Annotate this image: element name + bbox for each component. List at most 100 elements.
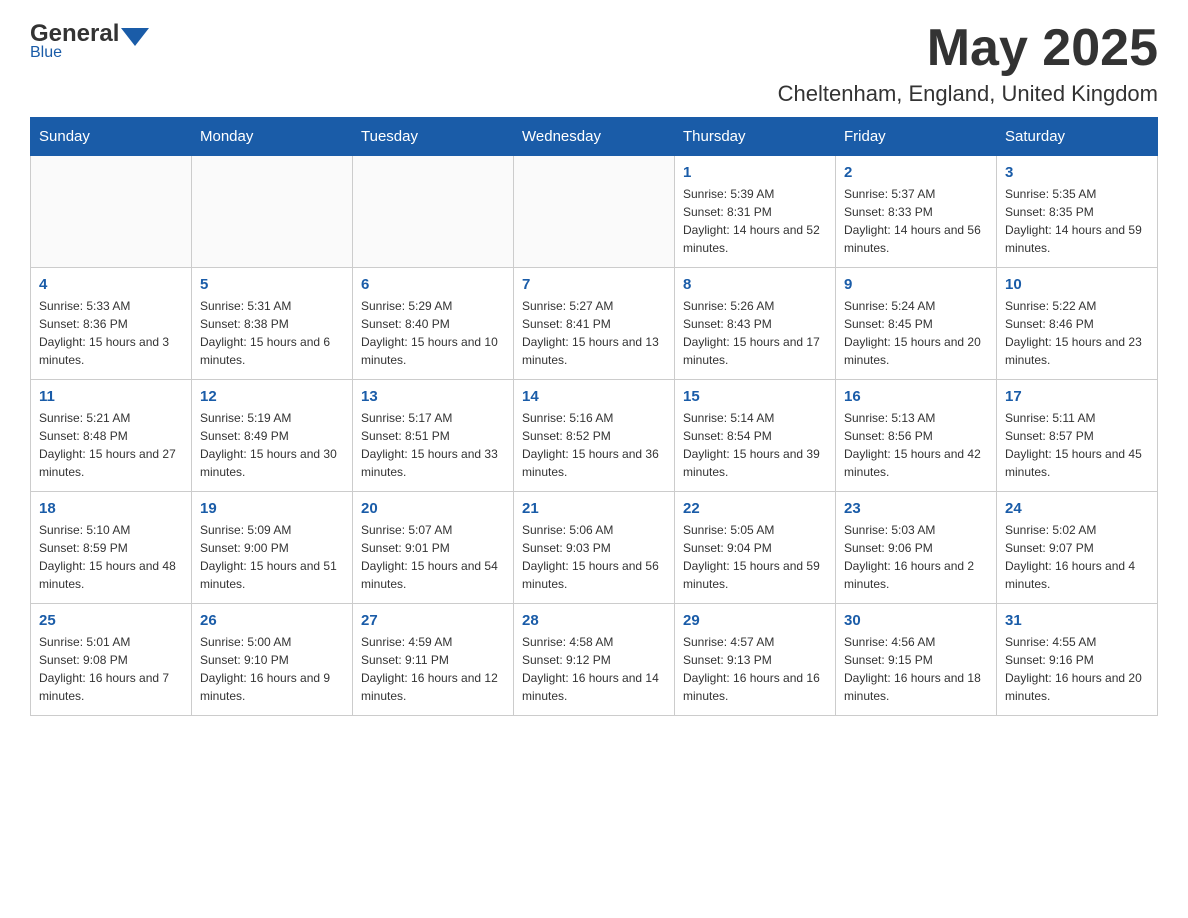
day-number: 4: [39, 276, 183, 293]
day-number: 30: [844, 612, 988, 629]
day-number: 3: [1005, 164, 1149, 181]
day-number: 9: [844, 276, 988, 293]
day-of-week-header: Wednesday: [514, 118, 675, 156]
calendar-cell: 10Sunrise: 5:22 AMSunset: 8:46 PMDayligh…: [997, 268, 1158, 380]
calendar-cell: 30Sunrise: 4:56 AMSunset: 9:15 PMDayligh…: [836, 604, 997, 716]
logo-triangle-icon: [121, 28, 149, 46]
page-header: General Blue May 2025 Cheltenham, Englan…: [30, 20, 1158, 107]
day-number: 7: [522, 276, 666, 293]
calendar-cell: 11Sunrise: 5:21 AMSunset: 8:48 PMDayligh…: [31, 380, 192, 492]
day-number: 8: [683, 276, 827, 293]
calendar-cell: 17 Sunrise: 5:11 AMSunset: 8:57 PMDayligh…: [997, 380, 1158, 492]
calendar-week-row: 11Sunrise: 5:21 AMSunset: 8:48 PMDayligh…: [31, 380, 1158, 492]
calendar-cell: 29Sunrise: 4:57 AMSunset: 9:13 PMDayligh…: [675, 604, 836, 716]
day-info: Sunrise: 5:14 AMSunset: 8:54 PMDaylight:…: [683, 409, 827, 481]
day-info: Sunrise: 5:33 AMSunset: 8:36 PMDaylight:…: [39, 297, 183, 369]
calendar-cell: 25 Sunrise: 5:01 AMSunset: 9:08 PMDayligh…: [31, 604, 192, 716]
calendar-cell: 20Sunrise: 5:07 AMSunset: 9:01 PMDayligh…: [353, 492, 514, 604]
logo-blue-text: Blue: [30, 44, 62, 62]
day-info: Sunrise: 4:55 AMSunset: 9:16 PMDaylight:…: [1005, 633, 1149, 705]
calendar-cell: 5Sunrise: 5:31 AMSunset: 8:38 PMDaylight…: [192, 268, 353, 380]
day-info: Sunrise: 4:59 AMSunset: 9:11 PMDaylight:…: [361, 633, 505, 705]
calendar-cell: 16Sunrise: 5:13 AMSunset: 8:56 PMDayligh…: [836, 380, 997, 492]
calendar-cell: 7 Sunrise: 5:27 AMSunset: 8:41 PMDaylight…: [514, 268, 675, 380]
title-block: May 2025 Cheltenham, England, United Kin…: [778, 20, 1158, 107]
calendar-cell: 8 Sunrise: 5:26 AMSunset: 8:43 PMDaylight…: [675, 268, 836, 380]
day-number: 15: [683, 388, 827, 405]
day-info: Sunrise: 5:10 AMSunset: 8:59 PMDaylight:…: [39, 521, 183, 593]
day-of-week-header: Sunday: [31, 118, 192, 156]
calendar-cell: 21 Sunrise: 5:06 AMSunset: 9:03 PMDayligh…: [514, 492, 675, 604]
day-number: 18: [39, 500, 183, 517]
calendar-cell: [31, 156, 192, 268]
day-number: 25: [39, 612, 183, 629]
month-title: May 2025: [778, 20, 1158, 77]
day-of-week-header: Thursday: [675, 118, 836, 156]
day-number: 6: [361, 276, 505, 293]
day-number: 2: [844, 164, 988, 181]
day-info: Sunrise: 5:29 AMSunset: 8:40 PMDaylight:…: [361, 297, 505, 369]
day-of-week-header: Tuesday: [353, 118, 514, 156]
day-info: Sunrise: 5:01 AMSunset: 9:08 PMDaylight:…: [39, 633, 183, 705]
day-info: Sunrise: 5:35 AMSunset: 8:35 PMDaylight:…: [1005, 185, 1149, 257]
calendar-cell: 9 Sunrise: 5:24 AMSunset: 8:45 PMDaylight…: [836, 268, 997, 380]
day-info: Sunrise: 5:05 AMSunset: 9:04 PMDaylight:…: [683, 521, 827, 593]
day-number: 23: [844, 500, 988, 517]
calendar-week-row: 4 Sunrise: 5:33 AMSunset: 8:36 PMDaylight…: [31, 268, 1158, 380]
day-number: 24: [1005, 500, 1149, 517]
day-info: Sunrise: 4:58 AMSunset: 9:12 PMDaylight:…: [522, 633, 666, 705]
calendar-cell: 22Sunrise: 5:05 AMSunset: 9:04 PMDayligh…: [675, 492, 836, 604]
day-info: Sunrise: 5:00 AMSunset: 9:10 PMDaylight:…: [200, 633, 344, 705]
calendar-table: SundayMondayTuesdayWednesdayThursdayFrid…: [30, 117, 1158, 716]
calendar-cell: 23Sunrise: 5:03 AMSunset: 9:06 PMDayligh…: [836, 492, 997, 604]
calendar-cell: 14 Sunrise: 5:16 AMSunset: 8:52 PMDayligh…: [514, 380, 675, 492]
calendar-cell: 6 Sunrise: 5:29 AMSunset: 8:40 PMDaylight…: [353, 268, 514, 380]
day-info: Sunrise: 5:21 AMSunset: 8:48 PMDaylight:…: [39, 409, 183, 481]
day-info: Sunrise: 5:19 AMSunset: 8:49 PMDaylight:…: [200, 409, 344, 481]
calendar-cell: 4 Sunrise: 5:33 AMSunset: 8:36 PMDaylight…: [31, 268, 192, 380]
day-number: 5: [200, 276, 344, 293]
day-info: Sunrise: 5:27 AMSunset: 8:41 PMDaylight:…: [522, 297, 666, 369]
day-number: 1: [683, 164, 827, 181]
day-info: Sunrise: 5:39 AMSunset: 8:31 PMDaylight:…: [683, 185, 827, 257]
day-info: Sunrise: 5:26 AMSunset: 8:43 PMDaylight:…: [683, 297, 827, 369]
calendar-cell: 1 Sunrise: 5:39 AMSunset: 8:31 PMDaylight…: [675, 156, 836, 268]
day-of-week-header: Monday: [192, 118, 353, 156]
day-number: 29: [683, 612, 827, 629]
day-of-week-header: Friday: [836, 118, 997, 156]
calendar-week-row: 25 Sunrise: 5:01 AMSunset: 9:08 PMDayligh…: [31, 604, 1158, 716]
calendar-cell: 13Sunrise: 5:17 AMSunset: 8:51 PMDayligh…: [353, 380, 514, 492]
calendar-cell: 12 Sunrise: 5:19 AMSunset: 8:49 PMDayligh…: [192, 380, 353, 492]
day-number: 28: [522, 612, 666, 629]
calendar-cell: 2Sunrise: 5:37 AMSunset: 8:33 PMDaylight…: [836, 156, 997, 268]
logo: General Blue: [30, 20, 151, 62]
day-info: Sunrise: 5:16 AMSunset: 8:52 PMDaylight:…: [522, 409, 666, 481]
day-info: Sunrise: 5:06 AMSunset: 9:03 PMDaylight:…: [522, 521, 666, 593]
day-number: 20: [361, 500, 505, 517]
calendar-cell: 26 Sunrise: 5:00 AMSunset: 9:10 PMDayligh…: [192, 604, 353, 716]
day-info: Sunrise: 5:09 AMSunset: 9:00 PMDaylight:…: [200, 521, 344, 593]
location: Cheltenham, England, United Kingdom: [778, 81, 1158, 107]
day-number: 19: [200, 500, 344, 517]
day-info: Sunrise: 5:24 AMSunset: 8:45 PMDaylight:…: [844, 297, 988, 369]
calendar-cell: 31Sunrise: 4:55 AMSunset: 9:16 PMDayligh…: [997, 604, 1158, 716]
day-number: 21: [522, 500, 666, 517]
day-number: 12: [200, 388, 344, 405]
calendar-week-row: 1 Sunrise: 5:39 AMSunset: 8:31 PMDaylight…: [31, 156, 1158, 268]
calendar-cell: [353, 156, 514, 268]
calendar-cell: 19 Sunrise: 5:09 AMSunset: 9:00 PMDayligh…: [192, 492, 353, 604]
calendar-week-row: 18 Sunrise: 5:10 AMSunset: 8:59 PMDayligh…: [31, 492, 1158, 604]
day-info: Sunrise: 5:17 AMSunset: 8:51 PMDaylight:…: [361, 409, 505, 481]
day-number: 14: [522, 388, 666, 405]
day-info: Sunrise: 5:22 AMSunset: 8:46 PMDaylight:…: [1005, 297, 1149, 369]
calendar-cell: 24Sunrise: 5:02 AMSunset: 9:07 PMDayligh…: [997, 492, 1158, 604]
calendar-header-row: SundayMondayTuesdayWednesdayThursdayFrid…: [31, 118, 1158, 156]
day-number: 26: [200, 612, 344, 629]
day-number: 16: [844, 388, 988, 405]
calendar-cell: [192, 156, 353, 268]
day-of-week-header: Saturday: [997, 118, 1158, 156]
calendar-cell: 27Sunrise: 4:59 AMSunset: 9:11 PMDayligh…: [353, 604, 514, 716]
day-number: 17: [1005, 388, 1149, 405]
day-info: Sunrise: 5:11 AMSunset: 8:57 PMDaylight:…: [1005, 409, 1149, 481]
calendar-cell: 15 Sunrise: 5:14 AMSunset: 8:54 PMDayligh…: [675, 380, 836, 492]
